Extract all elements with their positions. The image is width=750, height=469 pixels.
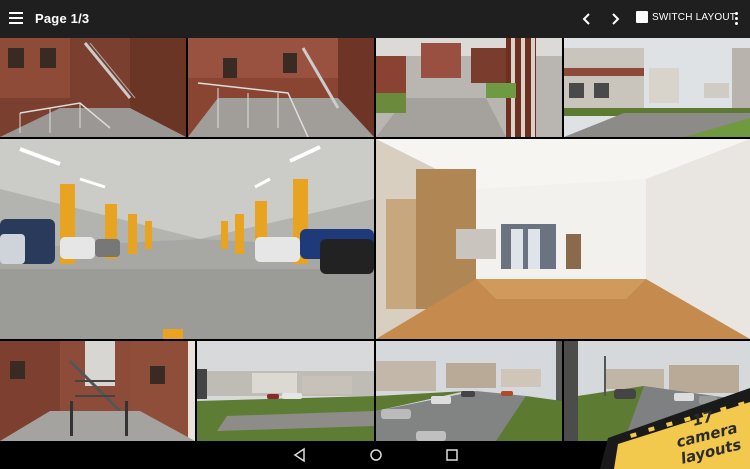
- camera-feed-image: [0, 139, 374, 339]
- page-title: Page 1/3: [35, 11, 90, 26]
- switch-layout-label: SWITCH LAYOUT: [652, 11, 737, 23]
- camera-view-3[interactable]: [376, 38, 562, 137]
- home-icon[interactable]: [368, 447, 384, 463]
- camera-feed-image: [376, 38, 562, 137]
- camera-view-2[interactable]: [188, 38, 374, 137]
- switch-layout-checkbox[interactable]: [636, 11, 648, 23]
- camera-view-7[interactable]: [0, 341, 195, 441]
- overflow-menu-icon[interactable]: [733, 12, 739, 26]
- camera-view-6[interactable]: [376, 139, 750, 339]
- recents-icon[interactable]: [444, 447, 460, 463]
- back-icon[interactable]: [292, 447, 308, 463]
- camera-view-8[interactable]: [197, 341, 374, 441]
- camera-view-1[interactable]: [0, 38, 186, 137]
- camera-view-5[interactable]: [0, 139, 374, 339]
- camera-view-9[interactable]: [376, 341, 562, 441]
- menu-icon[interactable]: [9, 12, 23, 24]
- camera-feed-image: [564, 38, 750, 137]
- camera-feed-image: [0, 341, 195, 441]
- camera-feed-image: [197, 341, 374, 441]
- chevron-right-icon[interactable]: [606, 9, 624, 29]
- camera-feed-image: [0, 38, 186, 137]
- camera-view-4[interactable]: [564, 38, 750, 137]
- camera-feed-image: [376, 341, 562, 441]
- chevron-left-icon[interactable]: [578, 9, 596, 29]
- switch-layout-toggle[interactable]: SWITCH LAYOUT: [636, 11, 736, 23]
- app-bar: Page 1/3 SWITCH LAYOUT: [0, 0, 750, 38]
- camera-feed-image: [188, 38, 374, 137]
- camera-feed-image: [376, 139, 750, 339]
